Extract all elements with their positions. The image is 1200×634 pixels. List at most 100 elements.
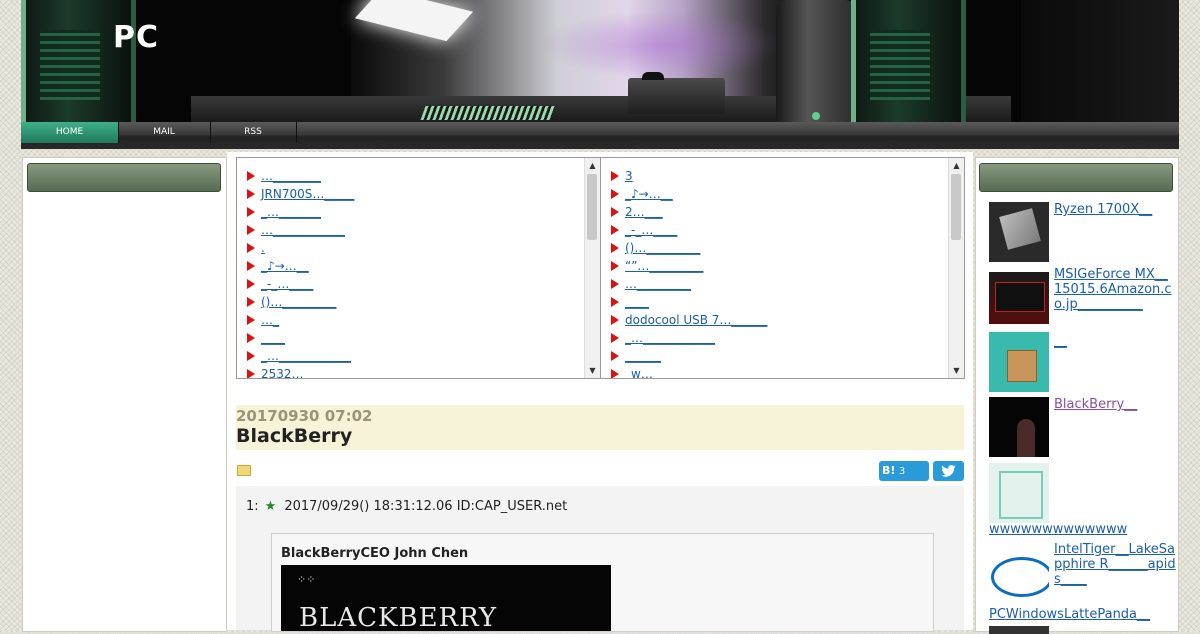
- cpu-thumbnail[interactable]: [989, 202, 1049, 262]
- list-link[interactable]: ______: [625, 349, 661, 363]
- nav-mail[interactable]: MAIL: [118, 122, 211, 143]
- nav-home[interactable]: HOME: [21, 122, 119, 143]
- list-link[interactable]: _♪→…__: [625, 187, 673, 201]
- bullet-triangle-icon: [611, 243, 619, 253]
- bullet-triangle-icon: [247, 261, 255, 271]
- blackberry-ceo-thumbnail[interactable]: [989, 397, 1049, 457]
- feed-link[interactable]: PCWindowsLattePanda__: [989, 607, 1174, 622]
- list-link[interactable]: _-_…____: [625, 223, 677, 237]
- list-link[interactable]: ()…_________: [625, 241, 700, 255]
- list-link[interactable]: 2532…: [261, 367, 304, 378]
- related-list-left[interactable]: …________ JRN700S…_____ _…_______ …________…: [236, 157, 601, 379]
- scroll-up-icon[interactable]: ▲: [949, 158, 964, 173]
- pc-case-graphic-left: [21, 0, 136, 122]
- twitter-bird-icon: [941, 465, 956, 477]
- post-body: 1: ★ 2017/09/29() 18:31:12.06 ID:CAP_USER.…: [236, 486, 964, 632]
- scroll-thumb[interactable]: [951, 174, 961, 240]
- list-link[interactable]: _…_______: [261, 205, 321, 219]
- scroll-up-icon[interactable]: ▲: [585, 158, 600, 173]
- list-link[interactable]: 2…___: [625, 205, 663, 219]
- delivery-thumbnail[interactable]: [989, 332, 1049, 392]
- list-link[interactable]: _…____________: [625, 331, 715, 345]
- list-link[interactable]: _-_…____: [261, 277, 313, 291]
- list-link[interactable]: 3: [625, 169, 633, 183]
- list-link[interactable]: _…____________: [261, 349, 351, 363]
- feed-link[interactable]: IntelTiger__LakeSapphire R______apids___…: [1054, 542, 1179, 587]
- list-link[interactable]: “”…_________: [625, 259, 703, 273]
- delivery-icon: [1007, 350, 1037, 382]
- pc-case-graphic-right: [851, 0, 966, 122]
- list-item: 2532…: [245, 365, 354, 378]
- bullet-triangle-icon: [611, 207, 619, 217]
- list-link[interactable]: ()…_________: [261, 295, 336, 309]
- list-link[interactable]: dodocool USB 7…______: [625, 313, 767, 327]
- bullet-triangle-icon: [611, 279, 619, 289]
- related-list-right[interactable]: 3 _♪→…__ 2…___ _-_…____ ()…_________ “”…_____…: [600, 157, 965, 379]
- nav-rss[interactable]: RSS: [210, 122, 297, 143]
- blackberry-ceo-icon: [1017, 419, 1035, 457]
- scrollbar[interactable]: ▲ ▼: [948, 158, 964, 378]
- list-link[interactable]: _♪→…__: [261, 259, 309, 273]
- feed-link[interactable]: __: [1054, 334, 1164, 349]
- intel-thumbnail[interactable]: [989, 543, 1049, 603]
- list-item: _♪→…__: [245, 257, 354, 275]
- feed-link[interactable]: BlackBerry__: [1054, 397, 1164, 412]
- list-link[interactable]: JRN700S…_____: [261, 187, 354, 201]
- list-link[interactable]: …________: [261, 169, 321, 183]
- bullet-triangle-icon: [611, 315, 619, 325]
- left-sidebar: [22, 157, 227, 632]
- list-item: “”…_________: [609, 257, 767, 275]
- list-item: ____: [609, 293, 767, 311]
- link-list: 3 _♪→…__ 2…___ _-_…____ ()…_________ “”…_____…: [609, 167, 767, 378]
- main-nav: HOME MAIL RSS: [21, 122, 1179, 149]
- post-number: 1:: [246, 499, 259, 514]
- list-item: …________: [245, 167, 354, 185]
- hatena-bookmark-button[interactable]: B! 3: [879, 461, 929, 481]
- bullet-triangle-icon: [247, 171, 255, 181]
- list-link[interactable]: …____________: [261, 223, 345, 237]
- list-item: 2…___: [609, 203, 767, 221]
- intel-icon: [991, 557, 1049, 597]
- list-link[interactable]: …_________: [625, 277, 691, 291]
- article-header: 20170930 07:02 BlackBerry: [236, 405, 964, 450]
- site-title[interactable]: PC: [113, 20, 159, 55]
- header-light: [541, 10, 781, 80]
- list-item: .: [245, 239, 354, 257]
- feed-link[interactable]: wwwwwwwwwwwww: [989, 522, 1169, 537]
- scrollbar[interactable]: ▲ ▼: [584, 158, 600, 378]
- hatena-count: 3: [898, 466, 906, 477]
- article-title[interactable]: BlackBerry: [236, 425, 352, 447]
- list-link[interactable]: …_: [261, 313, 279, 327]
- next-thumbnail[interactable]: [989, 626, 1049, 634]
- list-link[interactable]: ____: [261, 331, 285, 345]
- device-graphic: [628, 72, 725, 114]
- star-icon: ★: [264, 499, 277, 514]
- blackberry-mark-icon: ⁘⁘: [297, 573, 316, 586]
- folder-icon[interactable]: [237, 465, 251, 476]
- device-thumbnail[interactable]: [989, 463, 1049, 523]
- list-link[interactable]: _w…: [625, 367, 653, 378]
- list-link[interactable]: .: [261, 241, 265, 255]
- laptop-thumbnail[interactable]: [989, 272, 1049, 324]
- laptop-icon: [995, 282, 1045, 312]
- twitter-share-button[interactable]: [933, 461, 964, 481]
- list-item: ____: [245, 329, 354, 347]
- list-item: JRN700S…_____: [245, 185, 354, 203]
- list-link[interactable]: ____: [625, 295, 649, 309]
- scroll-thumb[interactable]: [587, 174, 597, 240]
- keyboard-graphic: [420, 106, 556, 120]
- scroll-down-icon[interactable]: ▼: [585, 363, 600, 378]
- motherboard-graphic: [870, 30, 930, 100]
- bullet-triangle-icon: [247, 243, 255, 253]
- hatena-icon: B!: [882, 464, 896, 477]
- feed-link[interactable]: MSIGeForce MX__15015.6Amazon.co.jp______…: [1054, 267, 1174, 312]
- link-list: …________ JRN700S…_____ _…_______ …________…: [245, 167, 354, 378]
- bullet-triangle-icon: [611, 189, 619, 199]
- bullet-triangle-icon: [247, 207, 255, 217]
- feed-link[interactable]: Ryzen 1700X__: [1054, 202, 1164, 217]
- bullet-triangle-icon: [247, 315, 255, 325]
- header-dark-panel: [1021, 0, 1179, 122]
- bullet-triangle-icon: [247, 369, 255, 378]
- bullet-triangle-icon: [611, 351, 619, 361]
- scroll-down-icon[interactable]: ▼: [949, 363, 964, 378]
